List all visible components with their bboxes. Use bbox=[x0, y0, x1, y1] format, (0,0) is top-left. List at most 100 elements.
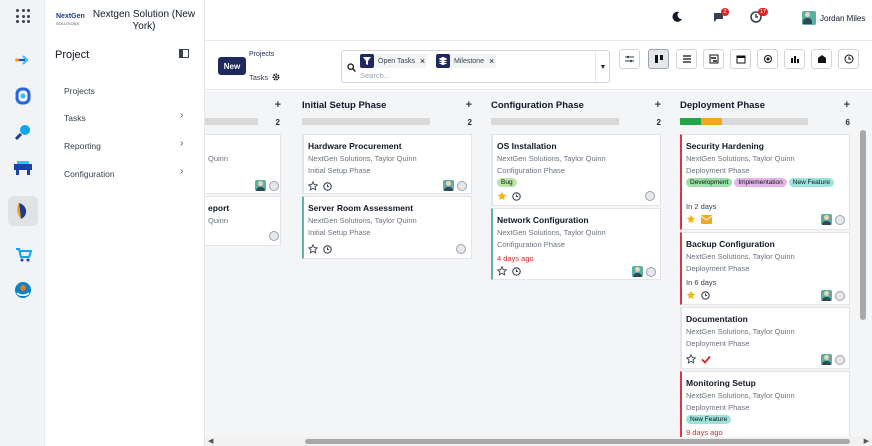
community-app-icon[interactable] bbox=[8, 275, 38, 305]
activity-clock-icon[interactable] bbox=[512, 191, 521, 203]
dark-mode-icon[interactable] bbox=[671, 11, 683, 25]
horizontal-scrollbar[interactable]: ◀ ▶ bbox=[205, 437, 872, 446]
add-task-icon[interactable]: + bbox=[655, 99, 661, 111]
active-app-icon[interactable] bbox=[8, 196, 38, 226]
shop-app-icon[interactable] bbox=[8, 239, 38, 269]
task-card[interactable]: Monitoring Setup NextGen Solutions, Tayl… bbox=[680, 371, 850, 437]
task-assignees[interactable] bbox=[632, 266, 656, 277]
task-assignees[interactable] bbox=[443, 180, 467, 191]
new-button[interactable]: New bbox=[218, 57, 246, 75]
graph-view-button[interactable] bbox=[811, 49, 832, 69]
apps-icon[interactable] bbox=[16, 9, 30, 23]
chevron-right-icon[interactable]: › bbox=[180, 138, 183, 149]
kanban-state-icon[interactable] bbox=[835, 354, 845, 365]
activity-clock-icon[interactable]: 17 bbox=[750, 8, 769, 25]
star-icon[interactable] bbox=[686, 214, 696, 226]
kanban-view-button[interactable] bbox=[648, 49, 669, 69]
kanban-state-icon[interactable] bbox=[457, 180, 467, 191]
task-tags: New Feature bbox=[686, 415, 836, 424]
kanban-state-icon[interactable] bbox=[645, 191, 655, 201]
breadcrumb-projects[interactable]: Projects bbox=[249, 51, 274, 58]
kanban-state-icon[interactable] bbox=[456, 244, 466, 254]
star-icon[interactable] bbox=[497, 191, 507, 203]
sidebar-toggle-icon[interactable] bbox=[179, 49, 189, 60]
task-card[interactable]: Server Room Assessment NextGen Solutions… bbox=[302, 196, 472, 259]
task-assignees[interactable] bbox=[821, 214, 845, 225]
star-icon[interactable] bbox=[686, 290, 696, 302]
search-bar[interactable]: Open Tasks × Milestone × Search... ▼ bbox=[341, 50, 610, 84]
activity-clock-icon[interactable] bbox=[512, 266, 521, 278]
add-task-icon[interactable]: + bbox=[275, 99, 281, 111]
list-view-button[interactable] bbox=[676, 49, 697, 69]
vertical-scrollbar[interactable] bbox=[860, 130, 866, 320]
task-assignees[interactable] bbox=[269, 231, 279, 241]
kanban-state-icon[interactable] bbox=[835, 290, 845, 301]
tag-implementation: Implementation bbox=[734, 178, 787, 187]
task-card[interactable]: Network Configuration NextGen Solutions,… bbox=[491, 208, 661, 280]
activity-clock-icon[interactable] bbox=[323, 244, 332, 256]
task-assignees[interactable] bbox=[821, 354, 845, 365]
chat-icon[interactable]: 2 bbox=[713, 8, 729, 25]
discuss-app-icon[interactable] bbox=[8, 45, 38, 75]
task-assignees[interactable] bbox=[255, 180, 279, 191]
task-card[interactable]: eport Quinn bbox=[205, 196, 281, 246]
filter-facet[interactable]: Open Tasks × bbox=[360, 54, 428, 68]
activity-view-button[interactable] bbox=[838, 49, 859, 69]
chevron-right-icon[interactable]: › bbox=[180, 166, 183, 177]
project-app-icon[interactable] bbox=[8, 81, 38, 111]
add-task-icon[interactable]: + bbox=[466, 99, 472, 111]
map-view-button[interactable] bbox=[757, 49, 778, 69]
tag-new-feature: New Feature bbox=[788, 178, 834, 187]
task-tags: Development Implementation New Feature bbox=[686, 178, 836, 187]
task-subtitle: NextGen Solutions, Taylor Quinn bbox=[686, 154, 795, 163]
pos-app-icon[interactable] bbox=[8, 153, 38, 183]
task-footer bbox=[685, 353, 711, 366]
filter-settings-button[interactable] bbox=[619, 49, 640, 69]
sidebar-item-projects[interactable]: Projects bbox=[64, 86, 95, 96]
add-task-icon[interactable]: + bbox=[844, 99, 850, 111]
column-title[interactable]: Configuration Phase bbox=[491, 100, 584, 111]
scrollbar-thumb[interactable] bbox=[305, 439, 850, 444]
kanban-state-icon[interactable] bbox=[835, 214, 845, 225]
search-app-icon[interactable] bbox=[8, 117, 38, 147]
activity-clock-icon[interactable] bbox=[701, 290, 710, 302]
task-assignees[interactable] bbox=[645, 191, 655, 201]
gantt-view-button[interactable] bbox=[703, 49, 724, 69]
scroll-left-icon[interactable]: ◀ bbox=[208, 437, 213, 445]
star-icon[interactable] bbox=[307, 180, 319, 193]
column-title[interactable]: Initial Setup Phase bbox=[302, 100, 386, 111]
kanban-state-icon[interactable] bbox=[269, 231, 279, 241]
groupby-facet[interactable]: Milestone × bbox=[436, 54, 497, 68]
star-icon[interactable] bbox=[307, 243, 319, 256]
pivot-view-button[interactable] bbox=[784, 49, 805, 69]
gear-icon[interactable] bbox=[272, 73, 280, 83]
remove-facet-icon[interactable]: × bbox=[489, 56, 496, 66]
sidebar-item-reporting[interactable]: Reporting bbox=[64, 141, 101, 151]
search-input[interactable]: Search... bbox=[360, 71, 390, 80]
task-card[interactable]: Hardware Procurement NextGen Solutions, … bbox=[302, 134, 472, 194]
company-switcher[interactable]: NextGen SOLUTIONS Nextgen Solution (New Y… bbox=[45, 0, 205, 38]
star-icon[interactable] bbox=[685, 353, 697, 366]
chevron-right-icon[interactable]: › bbox=[180, 110, 183, 121]
task-card[interactable]: Backup Configuration NextGen Solutions, … bbox=[680, 232, 850, 305]
check-icon[interactable] bbox=[701, 355, 711, 366]
activity-clock-icon[interactable] bbox=[323, 181, 332, 193]
task-card[interactable]: Security Hardening NextGen Solutions, Ta… bbox=[680, 134, 850, 230]
remove-facet-icon[interactable]: × bbox=[420, 56, 427, 66]
user-menu[interactable]: Jordan Miles bbox=[802, 11, 865, 25]
kanban-state-icon[interactable] bbox=[646, 266, 656, 277]
star-icon[interactable] bbox=[496, 265, 508, 278]
task-card[interactable]: OS Installation NextGen Solutions, Taylo… bbox=[491, 134, 661, 206]
task-assignees[interactable] bbox=[456, 244, 466, 254]
scroll-right-icon[interactable]: ▶ bbox=[864, 437, 869, 445]
email-icon[interactable] bbox=[700, 214, 713, 226]
sidebar-item-configuration[interactable]: Configuration bbox=[64, 169, 115, 179]
task-card[interactable]: Quinn bbox=[205, 134, 281, 194]
task-assignees[interactable] bbox=[821, 290, 845, 301]
calendar-view-button[interactable] bbox=[730, 49, 751, 69]
column-title[interactable]: Deployment Phase bbox=[680, 100, 765, 111]
search-dropdown-toggle[interactable]: ▼ bbox=[595, 51, 610, 84]
task-card[interactable]: Documentation NextGen Solutions, Taylor … bbox=[680, 307, 850, 369]
kanban-state-icon[interactable] bbox=[269, 180, 279, 191]
sidebar-item-tasks[interactable]: Tasks bbox=[64, 113, 86, 123]
